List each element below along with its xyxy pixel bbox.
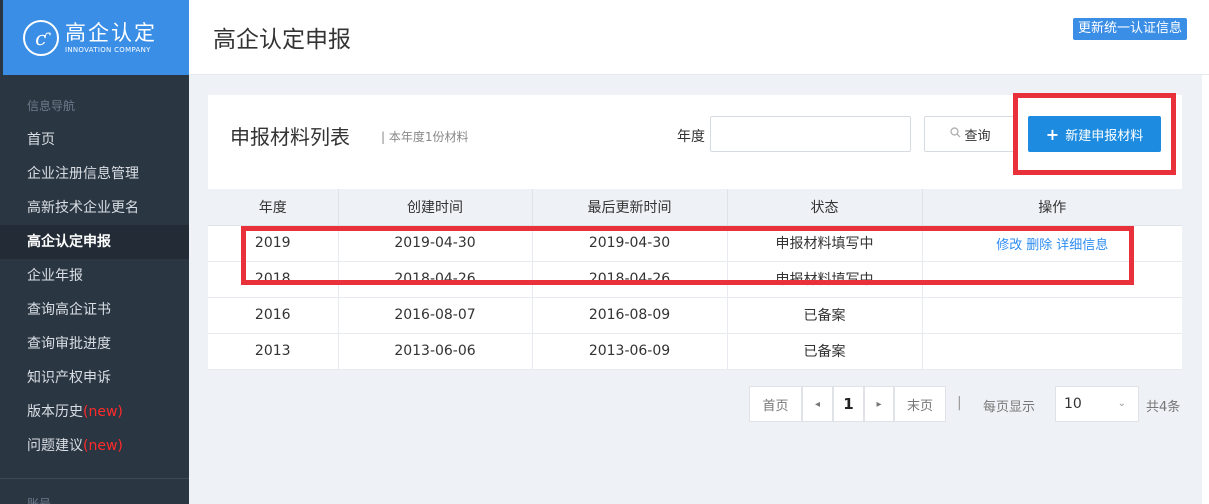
pager-separator: | <box>957 395 962 411</box>
year-input[interactable] <box>710 116 911 152</box>
search-icon <box>950 127 961 141</box>
nav-divider <box>0 478 189 479</box>
last-page-button[interactable]: 末页 <box>894 386 946 422</box>
sidebar-item-certificate-query[interactable]: 查询高企证书 <box>0 293 189 327</box>
sidebar: ƈ 高企认定 INNOVATION COMPANY 信息导航 首页 企业注册信息… <box>0 0 189 504</box>
sidebar-item-label: 企业注册信息管理 <box>27 166 139 182</box>
logo-title: 高企认定 <box>65 20 157 45</box>
header: 高企认定申报 更新统一认证信息 <box>189 0 1209 75</box>
logo[interactable]: ƈ 高企认定 INNOVATION COMPANY <box>3 0 189 75</box>
column-header-year: 年度 <box>208 189 339 226</box>
sidebar-item-version-history[interactable]: 版本历史(new) <box>0 395 189 429</box>
cell-created: 2016-08-07 <box>338 297 533 334</box>
cell-status: 已备案 <box>727 297 923 334</box>
page-title: 高企认定申报 <box>213 27 351 53</box>
table-row: 2016 2016-08-07 2016-08-09 已备案 <box>208 297 1182 334</box>
column-header-status: 状态 <box>727 189 923 226</box>
new-badge: (new) <box>83 438 123 454</box>
right-scroll-area <box>1202 75 1209 504</box>
sidebar-item-label: 首页 <box>27 132 55 148</box>
per-page-value: 10 <box>1064 396 1082 412</box>
chevron-down-icon: ⌄ <box>1117 398 1126 409</box>
sidebar-item-label: 高新技术企业更名 <box>27 200 139 216</box>
per-page-select[interactable]: 10 ⌄ <box>1055 386 1139 422</box>
first-page-button[interactable]: 首页 <box>749 386 802 422</box>
sidebar-item-label: 查询高企证书 <box>27 302 111 318</box>
sidebar-item-rename[interactable]: 高新技术企业更名 <box>0 191 189 225</box>
query-button[interactable]: 查询 <box>924 116 1017 152</box>
sidebar-item-certification[interactable]: 高企认定申报 <box>0 225 189 259</box>
cell-updated: 2016-08-09 <box>532 297 728 334</box>
column-header-created: 创建时间 <box>338 189 533 226</box>
column-header-updated: 最后更新时间 <box>532 189 728 226</box>
list-subtitle: | 本年度1份材料 <box>381 130 469 144</box>
sidebar-item-label: 查询审批进度 <box>27 336 111 352</box>
per-page-label: 每页显示 <box>983 400 1036 415</box>
sidebar-item-label: 问题建议 <box>27 438 83 454</box>
prev-page-icon[interactable]: ◂ <box>802 386 833 422</box>
sidebar-item-approval-progress[interactable]: 查询审批进度 <box>0 327 189 361</box>
sidebar-item-label: 版本历史 <box>27 404 83 420</box>
cell-status: 已备案 <box>727 333 923 370</box>
logo-icon: ƈ <box>23 19 59 56</box>
sidebar-item-feedback[interactable]: 问题建议(new) <box>0 429 189 463</box>
update-auth-info-button[interactable]: 更新统一认证信息 <box>1072 18 1187 40</box>
cell-year: 2016 <box>208 297 339 334</box>
cell-actions <box>922 297 1182 334</box>
cell-actions <box>922 333 1182 370</box>
logo-subtitle: INNOVATION COMPANY <box>65 45 151 54</box>
cell-updated: 2013-06-09 <box>532 333 728 370</box>
cell-year: 2013 <box>208 333 339 370</box>
highlight-box-new-button <box>1013 93 1176 175</box>
current-page[interactable]: 1 <box>833 386 864 422</box>
list-title: 申报材料列表 <box>230 125 350 149</box>
table-row: 2013 2013-06-06 2013-06-09 已备案 <box>208 333 1182 370</box>
sidebar-item-label: 知识产权申诉 <box>27 370 111 386</box>
year-label: 年度 <box>677 129 705 145</box>
cell-created: 2013-06-06 <box>338 333 533 370</box>
sidebar-item-company-registration[interactable]: 企业注册信息管理 <box>0 157 189 191</box>
sidebar-item-home[interactable]: 首页 <box>0 123 189 157</box>
total-count: 共4条 <box>1146 400 1181 415</box>
highlight-box-first-row <box>241 226 1134 285</box>
column-header-actions: 操作 <box>922 189 1182 226</box>
table-header-row: 年度 创建时间 最后更新时间 状态 操作 <box>208 189 1182 226</box>
sidebar-item-annual-report[interactable]: 企业年报 <box>0 259 189 293</box>
next-page-icon[interactable]: ▸ <box>864 386 894 422</box>
query-button-label: 查询 <box>964 128 991 144</box>
sidebar-item-label: 企业年报 <box>27 268 83 284</box>
sidebar-item-ip-appeal[interactable]: 知识产权申诉 <box>0 361 189 395</box>
sidebar-item-label: 高企认定申报 <box>27 234 111 250</box>
new-badge: (new) <box>83 404 123 420</box>
nav-heading-account: 账号 <box>27 497 52 504</box>
nav-heading: 信息导航 <box>27 99 76 113</box>
